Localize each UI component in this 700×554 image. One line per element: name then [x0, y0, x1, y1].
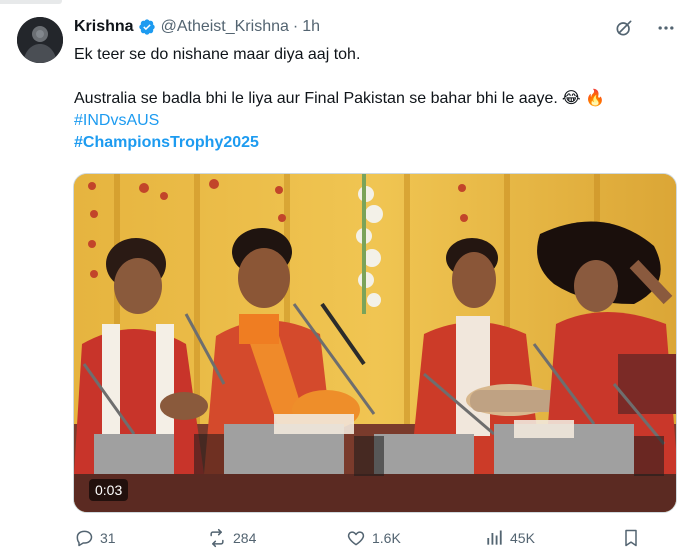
- like-count: 1.6K: [372, 530, 401, 546]
- hashtag-indvsaus[interactable]: #INDvsAUS: [74, 110, 674, 132]
- author-name[interactable]: Krishna: [74, 18, 134, 36]
- video-frame: [74, 174, 676, 512]
- more-icon[interactable]: [656, 18, 676, 38]
- tweet[interactable]: Krishna @Atheist_Krishna · 1h Ek teer se…: [0, 0, 700, 554]
- reply-button[interactable]: 31: [74, 528, 116, 548]
- tweet-header: Krishna @Atheist_Krishna · 1h: [74, 16, 320, 38]
- bookmark-icon: [621, 528, 641, 548]
- avatar[interactable]: [17, 17, 63, 63]
- verified-badge-icon: [138, 18, 156, 36]
- video-timestamp: 0:03: [89, 479, 129, 501]
- header-actions: [614, 18, 676, 38]
- views-button[interactable]: 45K: [484, 528, 535, 548]
- grok-icon[interactable]: [614, 18, 634, 38]
- separator-dot: ·: [292, 18, 299, 35]
- post-time[interactable]: 1h: [302, 18, 320, 36]
- video-player[interactable]: [73, 173, 677, 513]
- action-bar: 31 284 1.6K 45K: [74, 528, 674, 552]
- repost-count: 284: [233, 530, 257, 546]
- reply-icon: [74, 528, 94, 548]
- views-count: 45K: [510, 530, 535, 546]
- repost-button[interactable]: 284: [207, 528, 256, 548]
- tweet-text-line-2: Australia se badla bhi le liya aur Final…: [74, 88, 674, 110]
- tweet-text-line-1: Ek teer se do nishane maar diya aaj toh.: [74, 46, 361, 63]
- tweet-text: Ek teer se do nishane maar diya aaj toh.…: [74, 44, 674, 154]
- author-handle[interactable]: @Atheist_Krishna: [161, 18, 289, 36]
- emoji-laugh-fire: 😂 🔥: [561, 90, 605, 107]
- heart-icon: [346, 528, 366, 548]
- repost-icon: [207, 528, 227, 548]
- hashtag-championstrophy2025[interactable]: #ChampionsTrophy2025: [74, 132, 674, 154]
- bookmark-button[interactable]: [621, 528, 641, 548]
- like-button[interactable]: 1.6K: [346, 528, 401, 548]
- views-icon: [484, 528, 504, 548]
- reply-count: 31: [100, 530, 116, 546]
- tweet-text-line-2-words: Australia se badla bhi le liya aur Final…: [74, 90, 558, 107]
